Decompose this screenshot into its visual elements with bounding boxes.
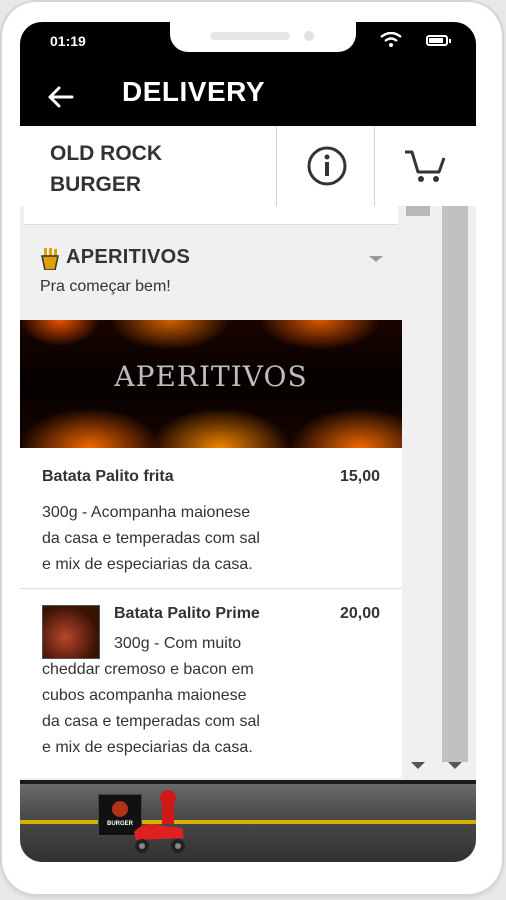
- store-name: OLD ROCK BURGER: [50, 138, 250, 200]
- product-thumbnail: [42, 605, 100, 659]
- cart-icon: [405, 150, 446, 182]
- fries-icon: [41, 248, 59, 270]
- menu-content: APERITIVOS Pra começar bem! APERITIVOS B…: [20, 206, 402, 778]
- cart-button[interactable]: [376, 126, 476, 206]
- divider: [374, 126, 375, 206]
- product-description-line: da casa e temperadas com sal: [42, 530, 260, 547]
- footer-banner: BURGER: [20, 780, 476, 862]
- product-description-line: 300g - Acompanha maionese: [42, 504, 251, 521]
- front-camera: [304, 31, 314, 41]
- inner-scrollbar-track[interactable]: [406, 206, 430, 762]
- chevron-down-icon[interactable]: [368, 254, 384, 264]
- category-subtitle: Pra começar bem!: [40, 278, 171, 295]
- product-description: 300g - Acompanha maionese da casa e temp…: [42, 500, 260, 578]
- previous-section-card: [24, 206, 398, 225]
- status-bar: 01:19: [20, 22, 476, 66]
- info-icon: [307, 146, 347, 186]
- speaker: [210, 32, 290, 40]
- banner-text: APERITIVOS: [114, 360, 308, 393]
- app-header: DELIVERY: [20, 66, 476, 126]
- phone-frame: 01:19 DELIVERY OLD ROCK BURGER APERITIVO…: [2, 2, 502, 894]
- store-name-line-1: OLD ROCK: [50, 142, 162, 165]
- product-description-line: cubos acompanha maionese: [42, 687, 247, 704]
- product-description-line: cheddar cremoso e bacon em: [42, 661, 254, 678]
- product-description: cheddar cremoso e bacon em cubos acompan…: [42, 657, 260, 761]
- product-description-line: e mix de especiarias da casa.: [42, 556, 253, 573]
- divider: [276, 126, 277, 206]
- scrollbar-area: [402, 206, 476, 778]
- app-screen: 01:19 DELIVERY OLD ROCK BURGER APERITIVO…: [20, 22, 476, 862]
- product-description-line: da casa e temperadas com sal: [42, 713, 260, 730]
- product-card[interactable]: Batata Palito frita 15,00 300g - Acompan…: [20, 448, 402, 589]
- scroll-down-arrow-icon[interactable]: [447, 760, 463, 770]
- category-title: APERITIVOS: [66, 246, 191, 268]
- store-bar: OLD ROCK BURGER: [20, 126, 476, 207]
- status-time: 01:19: [50, 33, 86, 49]
- category-header[interactable]: APERITIVOS Pra começar bem!: [40, 246, 386, 306]
- wifi-icon: [380, 32, 402, 47]
- battery-icon: [426, 35, 451, 46]
- product-name: Batata Palito frita: [42, 468, 174, 485]
- back-arrow-icon[interactable]: [46, 82, 76, 112]
- product-description-line: 300g - Com muito: [114, 635, 242, 652]
- road-line: [20, 820, 476, 824]
- outer-scrollbar-thumb[interactable]: [442, 206, 468, 762]
- scroll-down-arrow-icon[interactable]: [410, 760, 426, 770]
- inner-scrollbar-thumb[interactable]: [406, 206, 430, 216]
- page-title: DELIVERY: [122, 76, 265, 107]
- product-name: Batata Palito Prime: [114, 605, 260, 622]
- product-price: 15,00: [339, 468, 380, 485]
- delivery-scooter-icon: [134, 790, 185, 853]
- product-card[interactable]: Batata Palito Prime 20,00 300g - Com mui…: [20, 589, 402, 778]
- product-description-line: e mix de especiarias da casa.: [42, 739, 253, 756]
- info-button[interactable]: [278, 126, 376, 206]
- store-name-line-2: BURGER: [50, 173, 142, 196]
- notch: [170, 22, 356, 52]
- category-banner: APERITIVOS: [20, 320, 402, 448]
- product-price: 20,00: [339, 605, 380, 622]
